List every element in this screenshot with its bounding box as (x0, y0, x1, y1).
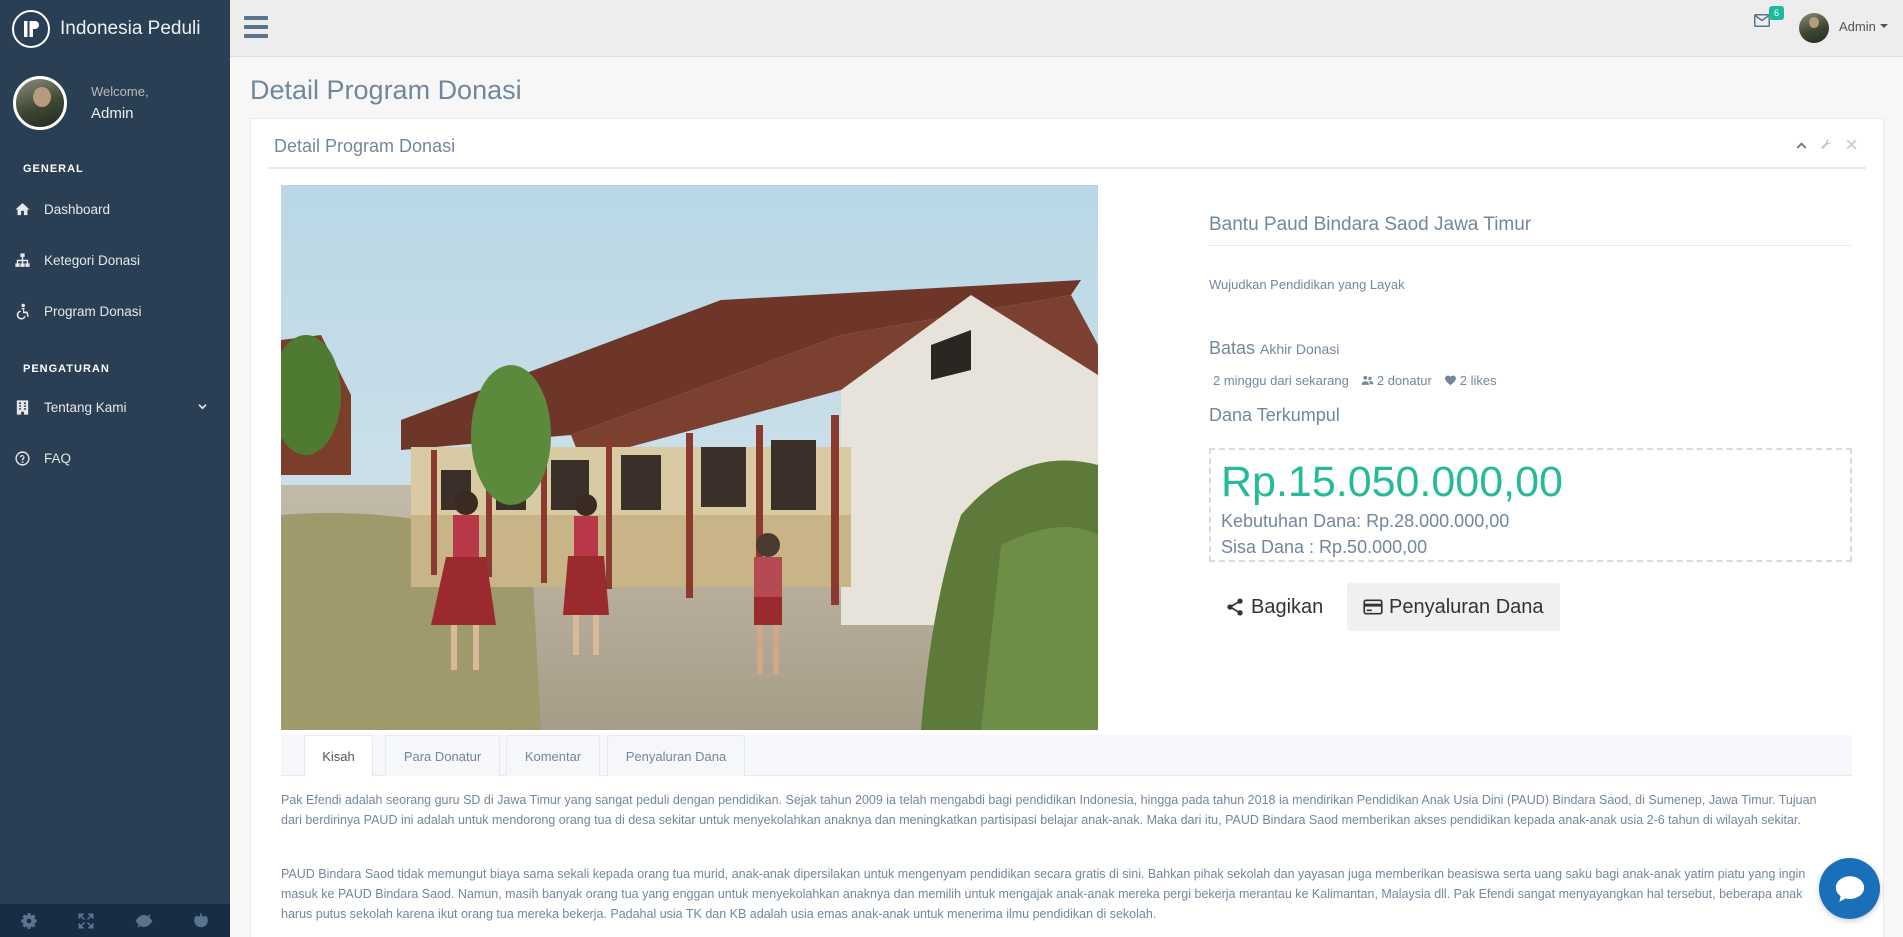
profile-name: Admin (91, 105, 134, 122)
story-paragraph: Pak Efendi adalah seorang guru SD di Jaw… (281, 793, 1817, 827)
sidebar-footer (0, 904, 230, 937)
accessible-icon (16, 303, 29, 320)
distribution-label: Penyaluran Dana (1389, 595, 1544, 618)
sidebar-item-label: Tentang Kami (44, 400, 127, 415)
funds-remaining: Sisa Dana : Rp.50.000,00 (1221, 537, 1428, 557)
collected-amount: Rp.15.050.000,00 (1221, 458, 1563, 506)
like-count: 2 likes (1459, 373, 1497, 388)
fullscreen-icon (78, 913, 94, 928)
sidebar-item-label: Dashboard (44, 202, 111, 217)
power-icon (194, 913, 209, 927)
brand-name: Indonesia Peduli (60, 17, 201, 39)
sidebar-item-kategori-donasi[interactable]: Ketegori Donasi (0, 235, 230, 286)
time-left: 2 minggu dari sekarang (1213, 373, 1349, 388)
logout-button[interactable] (173, 904, 231, 937)
sidebar-item-faq[interactable]: FAQ (0, 433, 230, 484)
caret-down-icon[interactable] (1880, 24, 1888, 28)
welcome-text: Welcome, (91, 84, 149, 99)
brand-logo-icon (12, 9, 50, 48)
top-navbar: 6 Admin (230, 0, 1903, 57)
chevron-up-icon[interactable] (1795, 138, 1808, 151)
heart-icon (1444, 375, 1456, 386)
question-circle-icon (15, 451, 30, 466)
tab-penyaluran-dana[interactable]: Penyaluran Dana (607, 735, 745, 776)
hide-button[interactable] (115, 904, 173, 937)
program-photo (281, 185, 1098, 730)
tab-para-donatur[interactable]: Para Donatur (385, 735, 500, 776)
wrench-icon[interactable] (1820, 138, 1833, 151)
donor-count: 2 donatur (1376, 373, 1432, 388)
collected-label: Dana Terkumpul (1209, 405, 1340, 425)
brand[interactable]: Indonesia Peduli (0, 0, 230, 57)
tab-komentar[interactable]: Komentar (506, 735, 600, 776)
gear-icon (20, 912, 37, 929)
user-avatar[interactable] (1799, 13, 1829, 43)
sidebar-item-label: Program Donasi (44, 304, 142, 319)
share-button[interactable]: Bagikan (1209, 583, 1339, 631)
chat-icon (1835, 875, 1864, 902)
avatar (13, 76, 67, 130)
share-icon (1227, 598, 1243, 616)
story-paragraph: PAUD Bindara Saod tidak memungut biaya s… (281, 867, 1806, 921)
sidebar-item-tentang-kami[interactable]: Tentang Kami (0, 382, 230, 433)
menu-toggle-icon[interactable] (244, 16, 268, 38)
panel-header: Detail Program Donasi (268, 119, 1866, 169)
campaign-title: Bantu Paud Bindara Saod Jawa Timur (1209, 214, 1851, 246)
close-icon[interactable] (1845, 138, 1858, 151)
mail-count-badge: 6 (1769, 6, 1785, 20)
distribution-button[interactable]: Penyaluran Dana (1347, 583, 1560, 631)
users-icon (1361, 375, 1374, 385)
sidebar-profile: Welcome, Admin (0, 57, 230, 149)
fullscreen-button[interactable] (58, 904, 116, 937)
panel-title: Detail Program Donasi (274, 136, 456, 156)
chevron-down-icon[interactable] (197, 402, 208, 413)
sidebar-item-label: FAQ (44, 451, 72, 466)
tab-kisah[interactable]: Kisah (304, 735, 373, 777)
section-title-general: GENERAL (23, 163, 84, 175)
deadline-heading: Batas Akhir Donasi (1209, 338, 1339, 359)
eye-slash-icon (135, 913, 153, 928)
panel-tools (1795, 138, 1858, 151)
envelope-icon[interactable] (1754, 14, 1770, 27)
share-label: Bagikan (1251, 595, 1324, 618)
funds-needed: Kebutuhan Dana: Rp.28.000.000,00 (1221, 511, 1510, 531)
deadline-sublabel: Akhir Donasi (1260, 341, 1340, 357)
sidebar: Indonesia Peduli Welcome, Admin GENERAL … (0, 0, 230, 937)
credit-card-icon (1363, 599, 1383, 615)
section-title-pengaturan: PENGATURAN (23, 363, 110, 375)
sidebar-item-dashboard[interactable]: Dashboard (0, 184, 230, 235)
campaign-meta: 2 minggu dari sekarang 2 donatur 2 likes (1213, 373, 1497, 388)
campaign-tagline: Wujudkan Pendidikan yang Layak (1209, 277, 1405, 292)
sidebar-item-label: Ketegori Donasi (44, 253, 141, 268)
detail-tabs: Kisah Para Donatur Komentar Penyaluran D… (281, 735, 1852, 777)
user-menu-name[interactable]: Admin (1839, 19, 1876, 34)
deadline-label: Batas (1209, 338, 1256, 358)
sitemap-icon (15, 253, 30, 267)
home-icon (15, 203, 30, 216)
funds-box: Rp.15.050.000,00 Kebutuhan Dana: Rp.28.0… (1209, 448, 1852, 562)
page-title: Detail Program Donasi (250, 75, 522, 105)
settings-button[interactable] (0, 904, 58, 937)
chat-button[interactable] (1819, 858, 1880, 919)
building-icon (16, 400, 29, 415)
sidebar-item-program-donasi[interactable]: Program Donasi (0, 286, 230, 337)
